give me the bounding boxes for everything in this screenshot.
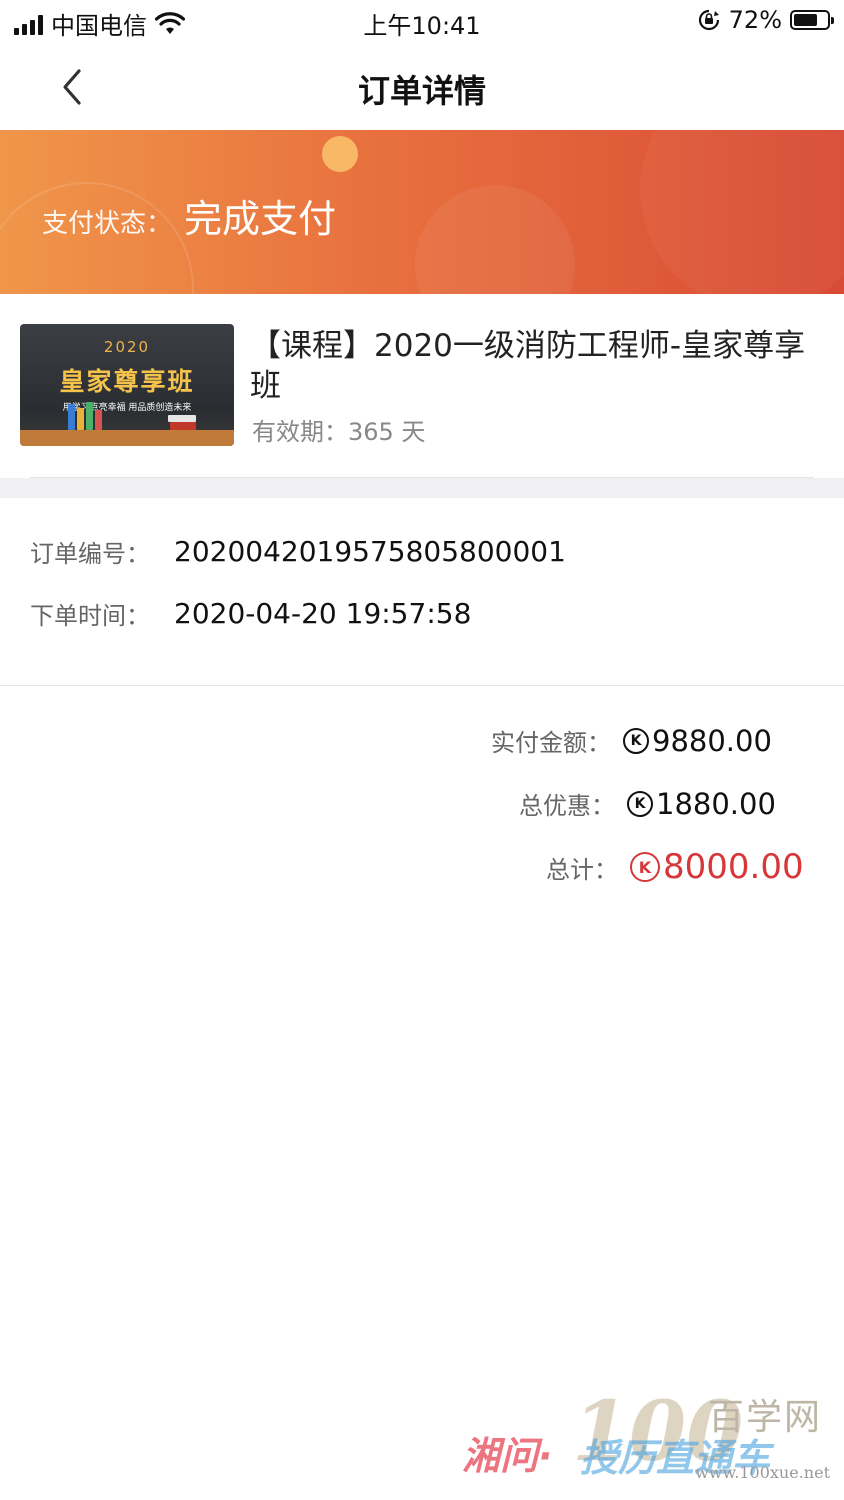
payment-status: 支付状态： 完成支付 — [42, 188, 336, 243]
k-coin-icon: K — [623, 727, 649, 754]
thumbnail-shelf — [20, 430, 234, 446]
discount-row: 总优惠： K 1880.00 — [519, 786, 776, 821]
banner-decoration — [640, 130, 844, 294]
order-time-label: 下单时间： — [30, 602, 150, 630]
watermark-red-text: 湘问· — [462, 1434, 553, 1478]
payment-status-value: 完成支付 — [184, 197, 337, 241]
page-title: 订单详情 — [357, 72, 486, 110]
k-coin-icon: K — [630, 852, 660, 882]
discount-label: 总优惠： — [519, 792, 615, 820]
book-icon — [77, 408, 84, 430]
book-icon — [95, 410, 102, 430]
payment-status-banner: 支付状态： 完成支付 — [0, 130, 844, 294]
order-info: 订单编号： 2020042019575805800001 下单时间： 2020-… — [0, 498, 844, 686]
section-gap — [0, 478, 844, 498]
book-icon — [86, 402, 93, 430]
payment-status-label: 支付状态： — [42, 209, 173, 239]
total-amount: 8000.00 — [663, 847, 804, 887]
battery-fill — [794, 14, 818, 26]
status-right: 72% — [697, 6, 834, 34]
total-label: 总计： — [546, 855, 618, 884]
product-validity: 有效期：365 天 — [252, 418, 426, 446]
rotation-lock-icon — [698, 9, 719, 31]
banner-decoration — [322, 136, 358, 172]
thumbnail-title: 皇家尊享班 — [59, 367, 195, 396]
k-coin-icon: K — [627, 790, 653, 817]
book-icon — [68, 404, 75, 430]
thumbnail-subtitle: 用学习点亮幸福 用品质创造未来 — [62, 403, 192, 413]
order-number-label: 订单编号： — [30, 540, 150, 568]
order-number-value: 2020042019575805800001 — [174, 535, 566, 568]
banner-decoration — [415, 185, 575, 294]
battery-icon — [790, 10, 834, 30]
paid-amount: 9880.00 — [652, 723, 772, 758]
discount-amount: 1880.00 — [656, 786, 776, 821]
watermark-logo: 100 百学网 湘问· 授历直通车 www.100xue.net — [462, 1384, 832, 1488]
watermark-url: www.100xue.net — [695, 1463, 830, 1482]
paid-row: 实付金额： K 9880.00 — [491, 723, 772, 758]
status-bar: 中国电信 上午10:41 72% — [0, 0, 844, 44]
battery-percent: 72% — [728, 6, 782, 34]
total-row: 总计： K 8000.00 — [546, 847, 804, 887]
paid-label: 实付金额： — [491, 729, 611, 757]
order-time-value: 2020-04-20 19:57:58 — [174, 597, 472, 630]
product-card[interactable]: 2020 皇家尊享班 用学习点亮幸福 用品质创造未来 【课程】2020一级消防工… — [0, 294, 844, 478]
book-icon — [168, 415, 196, 422]
course-thumbnail: 2020 皇家尊享班 用学习点亮幸福 用品质创造未来 — [20, 324, 234, 446]
order-time-row: 下单时间： 2020-04-20 19:57:58 — [30, 596, 471, 631]
order-number-row: 订单编号： 2020042019575805800001 — [30, 534, 566, 569]
divider — [0, 685, 844, 686]
nav-bar: 订单详情 — [0, 44, 844, 130]
book-icon — [170, 422, 196, 430]
product-title: 【课程】2020一级消防工程师-皇家尊享班 — [250, 328, 806, 404]
thumbnail-year: 2020 — [103, 338, 151, 356]
